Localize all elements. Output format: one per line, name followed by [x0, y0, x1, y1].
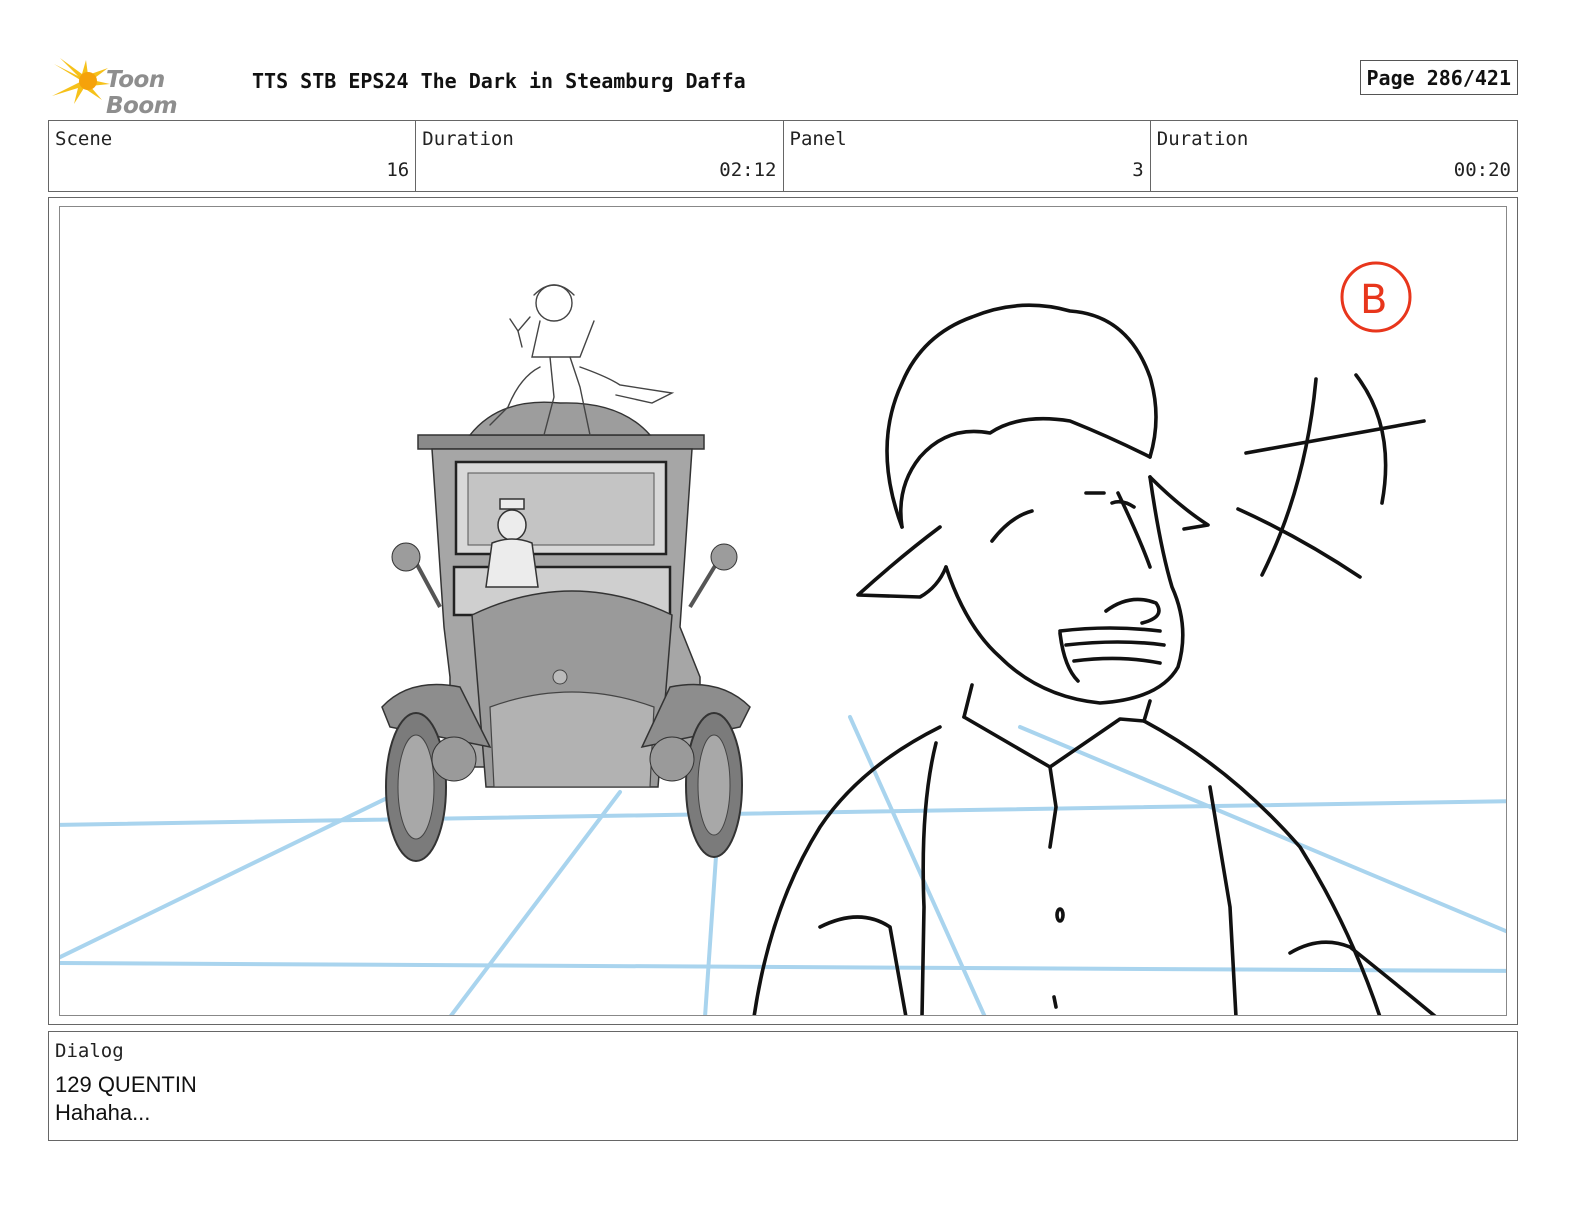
document-title: TTS STB EPS24 The Dark in Steamburg Daff… — [252, 69, 746, 93]
scene-info-table: Scene 16 Duration 02:12 Panel 3 Duration… — [48, 120, 1518, 192]
scene-cell: Scene 16 — [49, 121, 417, 191]
scene-value: 16 — [386, 159, 410, 181]
girl-sketch — [468, 284, 675, 436]
dialog-label: Dialog — [55, 1040, 124, 1062]
panel-duration-value: 00:20 — [1453, 159, 1511, 181]
scene-duration-value: 02:12 — [719, 159, 777, 181]
starburst-icon — [52, 58, 110, 104]
page-header: Toon Boom TTS STB EPS24 The Dark in Stea… — [48, 56, 1520, 119]
toon-boom-logo: Toon Boom — [52, 58, 242, 119]
scene-duration-label: Duration — [422, 128, 514, 150]
perspective-grid — [60, 715, 1506, 1015]
scene-label: Scene — [55, 128, 113, 150]
logo-text: Toon Boom — [106, 67, 178, 119]
scene-duration-cell: Duration 02:12 — [416, 121, 784, 191]
laugh-marks — [1236, 373, 1426, 579]
dialog-box: Dialog 129 QUENTIN Hahaha... — [48, 1031, 1518, 1141]
panel-value: 3 — [1132, 159, 1144, 181]
panel-marker-b: B — [1340, 261, 1412, 333]
panel-cell: Panel 3 — [784, 121, 1151, 191]
panel-duration-label: Duration — [1156, 128, 1249, 150]
panel-duration-cell: Duration 00:20 — [1151, 121, 1517, 191]
dialog-text: Hahaha... — [55, 1100, 151, 1125]
storyboard-sketch: B — [60, 261, 1506, 1015]
storyboard-panel: B — [48, 197, 1518, 1025]
panel-artwork: B — [59, 206, 1507, 1016]
man-sketch — [752, 303, 1437, 1015]
marker-letter: B — [1360, 277, 1387, 323]
panel-label: Panel — [789, 128, 847, 150]
dialog-speaker: 129 QUENTIN — [55, 1072, 197, 1097]
page-number: Page 286/421 — [1359, 60, 1518, 95]
car-illustration — [381, 434, 751, 862]
